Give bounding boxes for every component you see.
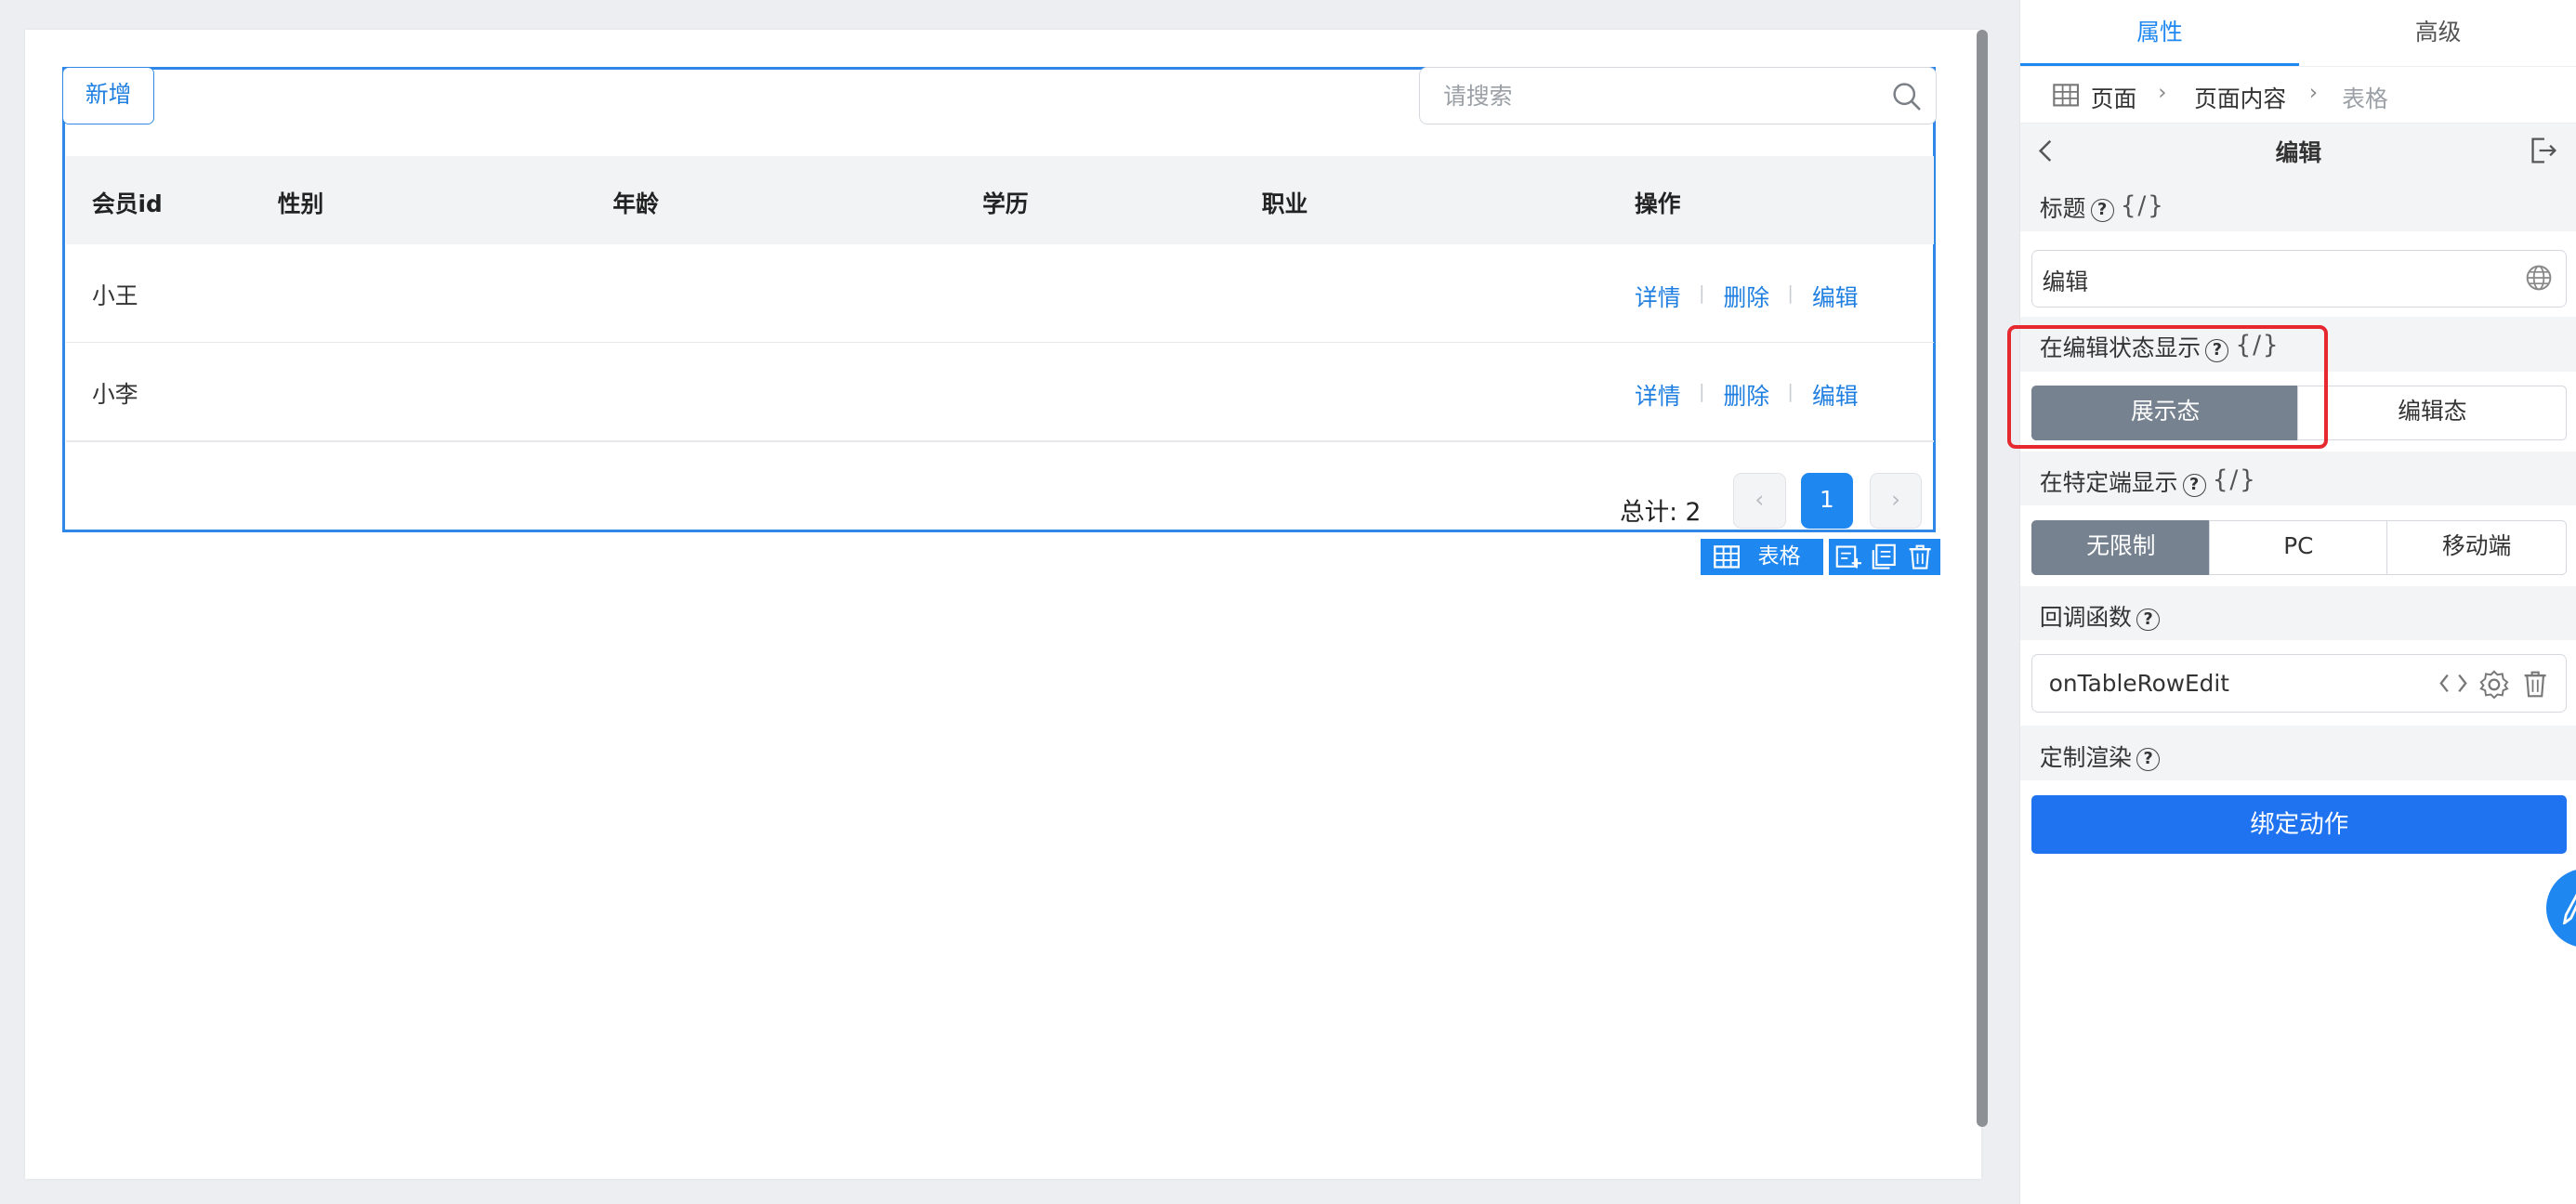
bind-action-button[interactable]: 绑定动作: [2031, 794, 2568, 855]
prev-page-button[interactable]: ‹: [1733, 473, 1786, 530]
member-id-cell: 小王: [91, 281, 138, 309]
breadcrumb-page[interactable]: 页面: [2091, 81, 2137, 114]
detail-link[interactable]: 详情: [1635, 280, 1681, 313]
chevron-right-icon: ›: [2158, 80, 2167, 105]
chevron-right-icon: ›: [2308, 80, 2319, 105]
tab-properties[interactable]: 属性: [2019, 0, 2300, 66]
page-1-button[interactable]: 1: [1800, 473, 1854, 530]
op-separator: |: [1787, 381, 1794, 403]
custom-render-label: 定制渲染?: [2039, 739, 2161, 773]
title-field[interactable]: 编辑: [2031, 249, 2568, 308]
platform-label: 在特定端显示? {/}: [2040, 465, 2257, 498]
callback-label-text: 回调函数: [2039, 604, 2132, 632]
callback-field[interactable]: onTableRowEdit: [2031, 653, 2568, 713]
breadcrumb-page-content[interactable]: 页面内容: [2194, 81, 2286, 114]
column-header-education: 学历: [982, 190, 1029, 217]
component-tag[interactable]: 表格: [1700, 538, 1824, 575]
delete-link[interactable]: 删除: [1723, 280, 1769, 313]
table-row: 小李 详情 | 删除 | 编辑: [66, 343, 1934, 439]
trash-icon[interactable]: [1907, 543, 1933, 569]
help-icon[interactable]: ?: [2136, 747, 2161, 771]
column-header-occupation: 职业: [1261, 190, 1308, 217]
pen-icon: [2562, 893, 2576, 925]
edit-state-option[interactable]: 编辑态: [2297, 386, 2568, 440]
column-header-actions: 操作: [1635, 190, 1681, 217]
canvas-scrollbar[interactable]: [1976, 29, 1989, 1127]
column-header-member-id: 会员id: [91, 190, 163, 217]
detail-link[interactable]: 详情: [1635, 378, 1681, 412]
delete-link[interactable]: 删除: [1723, 378, 1769, 412]
op-separator: |: [1787, 282, 1794, 305]
member-id-cell: 小李: [91, 380, 138, 408]
properties-panel: 属性 高级 页面 › 页面内容 › 表格 编辑 标题 ? {/} 编辑 在编辑状…: [2018, 0, 2576, 1204]
title-label-text: 标题: [2039, 195, 2086, 223]
title-label: 标题? {/}: [2040, 190, 2165, 224]
title-label-bar: 标题? {/}: [2019, 177, 2576, 232]
pc-option[interactable]: PC: [2208, 520, 2388, 575]
edit-header: 编辑: [2019, 123, 2576, 177]
custom-render-label-text: 定制渲染: [2039, 743, 2132, 771]
table-icon: [2053, 84, 2080, 107]
component-tag-label: 表格: [1757, 543, 1801, 569]
help-icon[interactable]: ?: [2090, 199, 2114, 223]
title-field-value[interactable]: 编辑: [2043, 264, 2089, 297]
op-separator: |: [1698, 282, 1705, 305]
breadcrumb: 页面 › 页面内容 › 表格: [2019, 67, 2576, 124]
search-box[interactable]: [1419, 67, 1938, 125]
custom-render-label-bar: 定制渲染?: [2019, 726, 2576, 780]
tab-advanced[interactable]: 高级: [2299, 0, 2576, 66]
component-toolbar: [1828, 538, 1940, 575]
edit-link[interactable]: 编辑: [1812, 378, 1859, 412]
table-row: 小王 详情 | 删除 | 编辑: [66, 244, 1934, 341]
exit-icon[interactable]: [2530, 137, 2557, 164]
callback-value[interactable]: onTableRowEdit: [2049, 670, 2229, 697]
mobile-option[interactable]: 移动端: [2385, 520, 2568, 575]
table-icon: [1714, 545, 1740, 569]
next-page-button[interactable]: ›: [1869, 473, 1923, 530]
copy-icon[interactable]: [1872, 543, 1898, 569]
help-icon[interactable]: ?: [2136, 608, 2161, 632]
help-icon[interactable]: ?: [2182, 473, 2206, 497]
add-child-icon[interactable]: [1835, 543, 1861, 569]
breadcrumb-table: 表格: [2342, 85, 2388, 112]
total-count: 总计: 2: [1620, 497, 1702, 527]
table-header: 会员id 性别 年龄 学历 职业 操作: [65, 155, 1934, 245]
callback-label-bar: 回调函数?: [2019, 586, 2576, 641]
code-icon[interactable]: [2439, 673, 2468, 694]
platform-label-text: 在特定端显示: [2039, 469, 2178, 497]
globe-icon[interactable]: [2525, 264, 2553, 292]
platform-toggle: 无限制 PC 移动端: [2031, 520, 2568, 575]
platform-label-bar: 在特定端显示? {/}: [2019, 452, 2576, 506]
callback-label: 回调函数?: [2039, 599, 2161, 633]
op-separator: |: [1698, 381, 1705, 403]
search-input[interactable]: [1443, 79, 1871, 113]
no-restriction-option[interactable]: 无限制: [2031, 520, 2211, 575]
expression-icon[interactable]: {/}: [2121, 191, 2165, 220]
edit-title: 编辑: [2275, 138, 2322, 166]
trash-icon[interactable]: [2522, 670, 2548, 698]
gear-icon[interactable]: [2479, 669, 2509, 700]
annotation-highlight-box: [2007, 325, 2329, 449]
edit-link[interactable]: 编辑: [1812, 280, 1859, 313]
add-button[interactable]: 新增: [62, 67, 155, 125]
row-divider: [65, 439, 1934, 442]
expression-icon[interactable]: {/}: [2213, 465, 2257, 494]
search-icon[interactable]: [1892, 82, 1922, 111]
column-header-age: 年龄: [612, 190, 659, 217]
column-header-gender: 性别: [277, 190, 324, 217]
